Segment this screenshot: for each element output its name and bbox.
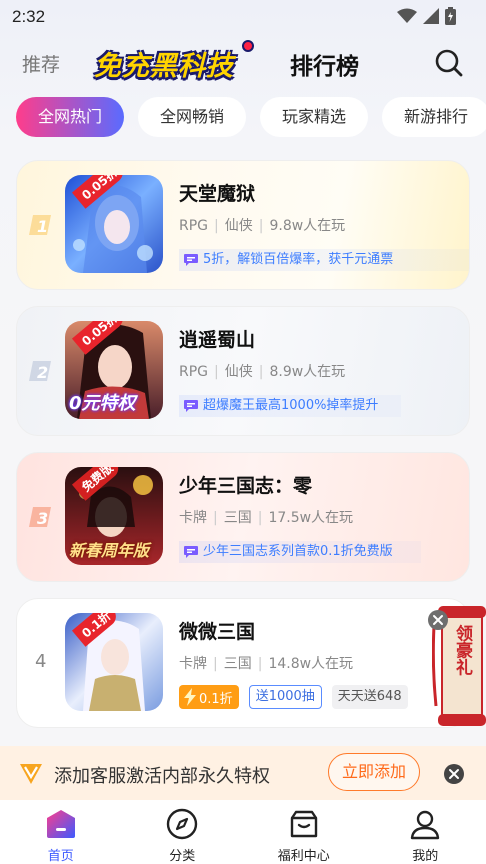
svg-text:领豪礼: 领豪礼 <box>452 623 473 675</box>
bottom-nav: 首页 分类 福利中心 我的 <box>0 800 486 864</box>
game-theme: 仙侠 <box>224 218 253 234</box>
svg-text:1: 1 <box>37 217 48 236</box>
daily-tag: 天天送648 <box>331 685 408 709</box>
compass-icon <box>167 808 198 840</box>
rank-number: 4 <box>35 651 47 672</box>
chip-hot[interactable]: 全网热门 <box>16 97 125 137</box>
logo-text: 免充黑科技 <box>94 51 234 82</box>
banner-text: 添加客服激活内部永久特权 <box>54 766 270 787</box>
search-icon[interactable] <box>434 48 464 78</box>
game-name[interactable]: 微微三国 <box>179 617 255 644</box>
tab-recommend[interactable]: 推荐 <box>22 50 60 77</box>
game-cover[interactable]: 0.1折 <box>65 613 163 711</box>
meta-separator: | <box>213 656 218 672</box>
add-now-button[interactable]: 立即添加 <box>328 753 420 791</box>
game-meta: RPG | 仙侠 | 8.9w人在玩 <box>179 361 345 381</box>
chip-new-games[interactable]: 新游排行 <box>382 97 486 137</box>
profile-icon <box>411 810 440 840</box>
promo-text: 超爆魔王最高1000%掉率提升 <box>203 398 379 413</box>
game-meta: 卡牌 | 三国 | 17.5w人在玩 <box>179 507 353 527</box>
signal-icon <box>423 8 439 24</box>
home-icon <box>46 810 75 838</box>
game-name[interactable]: 天堂魔狱 <box>179 179 255 206</box>
wifi-icon <box>397 8 417 23</box>
chat-bubble-icon <box>184 545 198 558</box>
battery-icon <box>445 7 456 25</box>
game-theme: 三国 <box>223 656 252 672</box>
game-card[interactable]: 1 0.05折 天堂魔狱 RPG | 仙侠 | 9.8w人在玩 5折，解锁百倍爆率，获千… <box>16 160 470 290</box>
rank-badge-icon: 2 <box>27 357 55 385</box>
nav-label: 分类 <box>169 849 196 864</box>
tab-ranking[interactable]: 排行榜 <box>290 47 359 81</box>
game-genre: 卡牌 <box>179 656 207 672</box>
nav-profile[interactable]: 我的 <box>365 800 486 864</box>
nav-welfare[interactable]: 福利中心 <box>243 800 365 864</box>
game-meta: 卡牌 | 三国 | 14.8w人在玩 <box>179 653 353 673</box>
game-name[interactable]: 少年三国志：零 <box>179 471 312 498</box>
nav-category[interactable]: 分类 <box>122 800 244 864</box>
meta-separator: | <box>257 510 263 526</box>
game-players: 17.5w人在玩 <box>268 510 354 526</box>
game-cover[interactable]: 0.05折 0元特权 <box>65 321 163 419</box>
nav-home[interactable]: 首页 <box>0 800 122 864</box>
close-icon[interactable] <box>428 610 448 630</box>
meta-separator: | <box>258 364 264 380</box>
game-promo: 少年三国志系列首款0.1折免费版 <box>179 541 421 563</box>
game-theme: 仙侠 <box>224 364 253 380</box>
game-genre: RPG <box>179 218 209 234</box>
header: 推荐 免充黑科技 排行榜 <box>0 36 486 92</box>
gift-box-icon <box>290 810 317 838</box>
meta-separator: | <box>257 656 263 672</box>
discount-tag: 0.1折 <box>179 685 239 709</box>
svg-text:3: 3 <box>37 509 48 528</box>
cover-banner: 新春周年版 <box>69 541 150 560</box>
category-chips: 全网热门 全网畅销 玩家精选 新游排行 <box>16 97 486 137</box>
game-cover[interactable]: 0.05折 <box>65 175 163 273</box>
game-meta: RPG | 仙侠 | 9.8w人在玩 <box>179 215 345 235</box>
status-time: 2:32 <box>12 7 46 26</box>
lightning-icon <box>184 688 196 706</box>
game-players: 9.8w人在玩 <box>269 218 346 234</box>
game-promo: 5折，解锁百倍爆率，获千元通票 <box>179 249 469 271</box>
gift-tag: 送1000抽 <box>248 685 322 709</box>
game-card[interactable]: 3 免费版 新春周年版 少年三国志：零 卡牌 | 三国 | 17.5w人在玩 少年三国志… <box>16 452 470 582</box>
close-icon[interactable] <box>444 764 464 784</box>
svg-text:2: 2 <box>37 363 48 382</box>
meta-separator: | <box>258 218 264 234</box>
promo-text: 少年三国志系列首款0.1折免费版 <box>203 544 393 559</box>
game-tags: 0.1折 送1000抽 天天送648 <box>179 685 408 709</box>
rank-badge-icon: 1 <box>27 211 55 239</box>
chat-bubble-icon <box>184 399 198 412</box>
logo-dot <box>242 40 254 52</box>
discount-text: 0.1折 <box>199 691 233 707</box>
status-icons <box>397 7 456 25</box>
game-name[interactable]: 逍遥蜀山 <box>179 325 255 352</box>
game-card[interactable]: 4 0.1折 微微三国 卡牌 | 三国 | 14.8w人在玩 0.1折 送1000抽 天… <box>16 598 470 728</box>
rank-badge-icon: 3 <box>27 503 55 531</box>
meta-separator: | <box>214 364 219 380</box>
chip-player-pick[interactable]: 玩家精选 <box>260 97 369 137</box>
nav-label: 福利中心 <box>277 849 330 864</box>
logo[interactable]: 免充黑科技 <box>94 40 256 86</box>
game-genre: RPG <box>179 364 209 380</box>
vip-icon <box>20 764 42 784</box>
meta-separator: | <box>214 218 219 234</box>
game-genre: 卡牌 <box>179 510 207 526</box>
chat-bubble-icon <box>184 253 198 266</box>
service-banner[interactable]: 添加客服激活内部永久特权 立即添加 <box>0 746 486 800</box>
game-promo: 超爆魔王最高1000%掉率提升 <box>179 395 401 417</box>
nav-label: 首页 <box>47 849 74 864</box>
nav-label: 我的 <box>412 849 439 864</box>
chip-bestseller[interactable]: 全网畅销 <box>138 97 247 137</box>
game-theme: 三国 <box>223 510 252 526</box>
game-card[interactable]: 2 0.05折 0元特权 逍遥蜀山 RPG | 仙侠 | 8.9w人在玩 超爆魔王最高1… <box>16 306 470 436</box>
status-bar: 2:32 <box>0 0 486 34</box>
game-players: 8.9w人在玩 <box>269 364 346 380</box>
game-players: 14.8w人在玩 <box>268 656 354 672</box>
meta-separator: | <box>213 510 218 526</box>
game-cover[interactable]: 免费版 新春周年版 <box>65 467 163 565</box>
promo-text: 5折，解锁百倍爆率，获千元通票 <box>203 252 394 267</box>
cover-banner: 0元特权 <box>69 393 136 414</box>
